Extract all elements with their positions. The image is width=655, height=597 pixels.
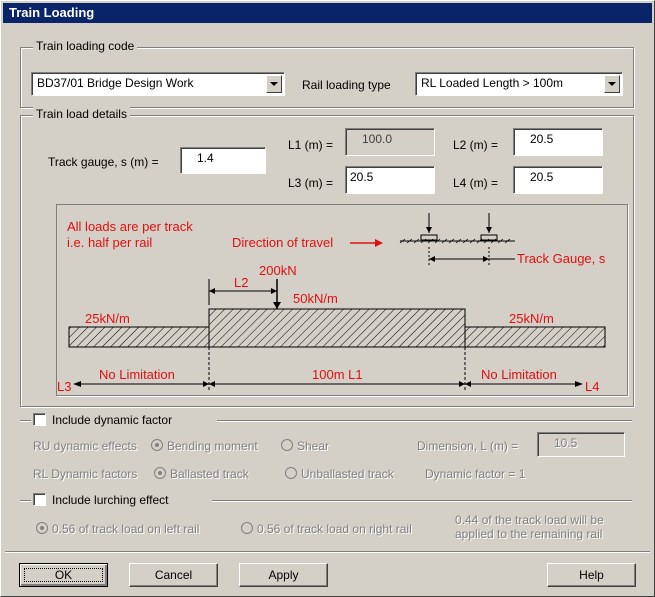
rail-loading-type-select[interactable]: RL Loaded Length > 100m [415, 72, 623, 96]
train-loading-code-legend: Train loading code [33, 39, 138, 53]
ok-button-label: OK [54, 568, 73, 582]
udl-left-label: 25kN/m [85, 311, 130, 326]
l2-diagram-label: L2 [234, 275, 248, 290]
l2-value: 20.5 [530, 132, 554, 146]
train-load-details-legend: Train load details [33, 107, 130, 121]
track-gauge-input[interactable]: 1.4 [180, 147, 266, 174]
bending-moment-label: Bending moment [167, 439, 258, 453]
l3-input[interactable]: 20.5 [345, 166, 435, 194]
rail-loading-type-dropdown-button[interactable] [604, 75, 620, 93]
ru-dynamic-label: RU dynamic effects [33, 439, 137, 453]
direction-of-travel-label: Direction of travel [232, 235, 333, 250]
udl-right-block [464, 326, 606, 348]
lurching-note-line2: applied to the remaining rail [455, 527, 603, 541]
note-line2: i.e. half per rail [67, 235, 152, 250]
ballasted-track-label: Ballasted track [170, 467, 249, 481]
rail-loading-type-value: RL Loaded Length > 100m [421, 76, 564, 90]
include-dynamic-factor-label: Include dynamic factor [52, 413, 173, 427]
l4-label: L4 (m) = [453, 176, 499, 190]
include-dynamic-factor-checkbox[interactable] [33, 413, 46, 426]
left-rail-label: 0.56 of track load on left rail [52, 522, 200, 536]
l1-label: L1 (m) = [288, 138, 334, 152]
unballasted-track-radio[interactable] [285, 467, 297, 479]
help-button-label: Help [579, 568, 604, 582]
l2-input[interactable]: 20.5 [513, 128, 603, 156]
bending-moment-radio[interactable] [151, 439, 163, 451]
button-separator [5, 551, 650, 553]
l3-label: L3 (m) = [288, 176, 334, 190]
left-rail-radio[interactable] [36, 522, 48, 534]
shear-radio[interactable] [281, 439, 293, 451]
udl-center-label: 50kN/m [293, 291, 338, 306]
dimension-input: 10.5 [537, 432, 625, 457]
cancel-button-label: Cancel [154, 568, 193, 582]
include-lurching-effect-label: Include lurching effect [52, 493, 169, 507]
track-gauge-value: 1.4 [197, 151, 214, 165]
chevron-down-icon [270, 82, 278, 86]
loading-code-value: BD37/01 Bridge Design Work [37, 76, 194, 90]
unballasted-track-label: Unballasted track [301, 467, 394, 481]
l1-diagram-label: 100m L1 [312, 367, 363, 382]
no-limit-right-label: No Limitation [481, 367, 557, 382]
point-load-label: 200kN [259, 263, 297, 278]
udl-right-label: 25kN/m [509, 311, 554, 326]
right-rail-radio[interactable] [241, 522, 253, 534]
rail-loading-type-label: Rail loading type [302, 78, 391, 92]
udl-center-block [208, 308, 466, 348]
train-loading-dialog: Train Loading Train loading code BD37/01… [0, 0, 655, 597]
lurching-note-line1: 0.44 of the track load will be [455, 513, 604, 527]
rail-section-icon [399, 213, 515, 265]
note-line1: All loads are per track [67, 219, 193, 234]
loading-code-dropdown-button[interactable] [266, 75, 282, 93]
apply-button-label: Apply [268, 568, 299, 582]
load-diagram-svg: All loads are per track i.e. half per ra… [57, 213, 606, 394]
l1-value: 100.0 [362, 132, 393, 146]
apply-button[interactable]: Apply [239, 563, 328, 587]
track-gauge-label: Track gauge, s (m) = [48, 155, 159, 169]
rl-dynamic-label: RL Dynamic factors [33, 467, 138, 481]
udl-left-block [68, 326, 210, 348]
help-button[interactable]: Help [547, 563, 636, 587]
ballasted-track-radio[interactable] [154, 467, 166, 479]
load-diagram: All loads are per track i.e. half per ra… [56, 204, 628, 396]
include-lurching-effect-checkbox[interactable] [33, 493, 46, 506]
include-lurching-effect[interactable]: Include lurching effect [31, 492, 212, 508]
window-title: Train Loading [9, 5, 95, 20]
no-limit-left-label: No Limitation [99, 367, 175, 382]
dimension-value: 10.5 [554, 436, 578, 450]
right-rail-label: 0.56 of track load on right rail [257, 522, 412, 536]
ok-button[interactable]: OK [19, 563, 108, 587]
l2-label: L2 (m) = [453, 138, 499, 152]
include-dynamic-factor[interactable]: Include dynamic factor [31, 412, 217, 428]
track-gauge-diagram-label: Track Gauge, s [517, 251, 606, 266]
l4-value: 20.5 [530, 170, 554, 184]
title-bar[interactable]: Train Loading [3, 3, 652, 23]
dimension-label: Dimension, L (m) = [417, 439, 519, 453]
dynamic-factor-readout: Dynamic factor = 1 [425, 467, 526, 481]
loading-code-select[interactable]: BD37/01 Bridge Design Work [31, 72, 285, 96]
l3-diagram-label: L3 [57, 379, 71, 394]
l3-value: 20.5 [350, 170, 374, 184]
l4-input[interactable]: 20.5 [513, 166, 603, 194]
chevron-down-icon [608, 82, 616, 86]
shear-label: Shear [297, 439, 330, 453]
cancel-button[interactable]: Cancel [129, 563, 218, 587]
direction-arrow-icon [350, 239, 383, 247]
l1-input: 100.0 [345, 128, 435, 156]
l4-diagram-label: L4 [585, 379, 599, 394]
